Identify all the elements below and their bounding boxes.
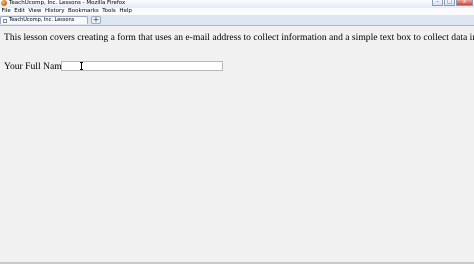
tab-label: TeachUcomp, Inc. Lessons (9, 17, 75, 23)
menu-file[interactable]: File (0, 8, 13, 15)
maximize-button[interactable]: □ (444, 0, 455, 6)
new-tab-button[interactable]: + (91, 16, 101, 24)
window-title: TeachUcomp, Inc. Lessons - Mozilla Firef… (9, 0, 126, 6)
menu-view[interactable]: View (27, 8, 44, 15)
firefox-icon[interactable] (1, 0, 7, 6)
menu-history[interactable]: History (43, 8, 66, 15)
menu-bar: File Edit View History Bookmarks Tools H… (0, 8, 474, 15)
close-button[interactable]: x (456, 0, 473, 6)
full-name-input[interactable] (61, 61, 223, 71)
minimize-button[interactable]: – (432, 0, 443, 6)
page-icon (3, 18, 7, 23)
menu-help[interactable]: Help (118, 8, 134, 15)
menu-bookmarks[interactable]: Bookmarks (67, 8, 101, 15)
menu-tools[interactable]: Tools (101, 8, 118, 15)
page-content: This lesson covers creating a form that … (0, 26, 474, 262)
tab-strip: TeachUcomp, Inc. Lessons + (0, 15, 474, 26)
full-name-label: Your Full Name: (4, 61, 69, 72)
lesson-description: This lesson covers creating a form that … (4, 32, 474, 43)
title-bar: TeachUcomp, Inc. Lessons - Mozilla Firef… (0, 0, 474, 8)
browser-window: TeachUcomp, Inc. Lessons - Mozilla Firef… (0, 0, 474, 264)
menu-edit[interactable]: Edit (13, 8, 27, 15)
window-controls: – □ x (431, 0, 473, 7)
tab-teachucomp-lessons[interactable]: TeachUcomp, Inc. Lessons (0, 16, 88, 24)
